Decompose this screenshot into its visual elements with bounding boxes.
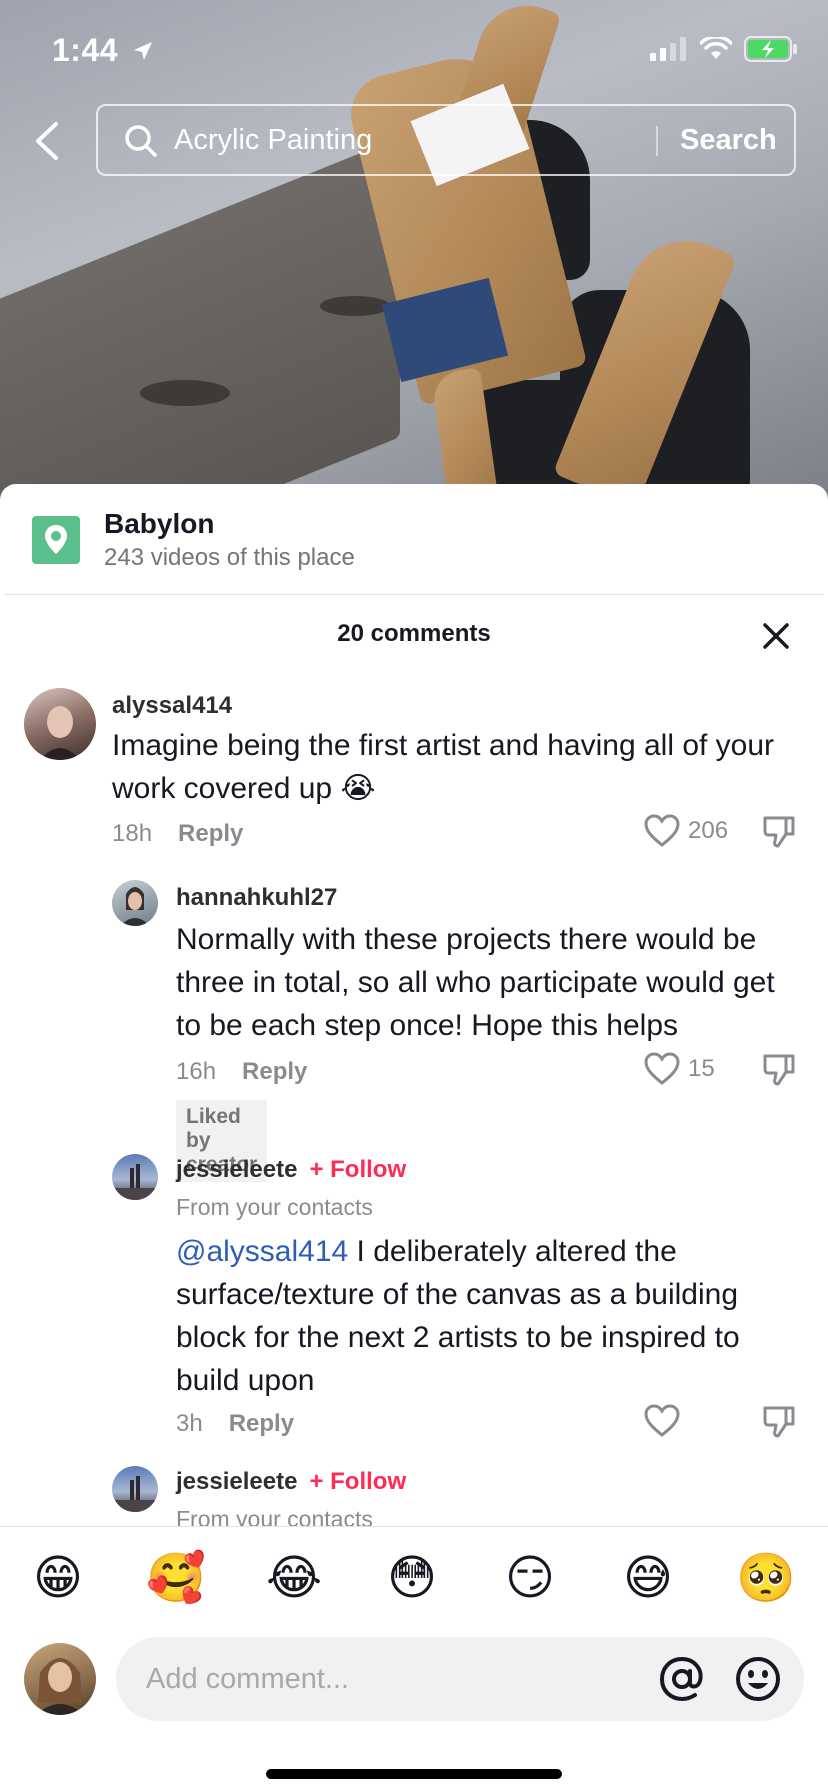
comment-composer: 😁 🥰 😂 😳 😏 😅 🥺	[0, 1526, 828, 1792]
status-bar: 1:44	[0, 0, 828, 96]
emoji-button[interactable]: 😅	[618, 1549, 678, 1609]
avatar[interactable]	[24, 688, 96, 760]
emoji-button[interactable]: 😂	[264, 1549, 324, 1609]
cellular-signal-icon	[650, 37, 686, 61]
like-button[interactable]	[644, 1404, 688, 1438]
comment-input[interactable]	[146, 1657, 646, 1701]
avatar[interactable]	[112, 880, 158, 926]
close-icon	[763, 623, 789, 649]
follow-button[interactable]: + Follow	[309, 1156, 406, 1183]
quick-emoji-row: 😁 🥰 😂 😳 😏 😅 🥺	[0, 1549, 828, 1609]
emoji-button[interactable]: 😁	[28, 1549, 88, 1609]
comment-text: Normally with these projects there would…	[176, 923, 775, 1042]
dislike-button[interactable]	[762, 814, 796, 853]
comment-time: 3h	[176, 1410, 203, 1437]
follow-button[interactable]: + Follow	[309, 1468, 406, 1495]
comment-meta: 3h Reply	[176, 1410, 294, 1438]
avatar[interactable]	[112, 1466, 158, 1512]
search-bar[interactable]: Acrylic Painting Search	[96, 104, 796, 176]
status-time-text: 1:44	[52, 32, 119, 68]
thumbs-down-icon	[763, 816, 795, 848]
comment-text-wrapper: @alyssal414 I deliberately altered the s…	[176, 1230, 796, 1402]
divider	[4, 594, 824, 595]
comment-username-row: jessieleete + Follow	[176, 1468, 406, 1496]
reply-button[interactable]: Reply	[229, 1410, 294, 1437]
search-button[interactable]: Search	[680, 124, 777, 157]
reply-button[interactable]: Reply	[178, 820, 243, 847]
heart-icon	[644, 814, 680, 847]
comment-time: 16h	[176, 1058, 217, 1085]
thumbs-down-icon	[763, 1406, 795, 1438]
emoji-button[interactable]: 🥰	[146, 1549, 206, 1609]
comment-text: Imagine being the first artist and havin…	[112, 729, 775, 805]
back-button[interactable]	[28, 118, 68, 164]
battery-charging-icon	[744, 36, 797, 62]
comment-time: 18h	[112, 820, 153, 847]
emoji-button[interactable]: 🥺	[736, 1549, 796, 1609]
comment-meta: 16h Reply	[176, 1058, 307, 1086]
place-video-count: 243 videos of this place	[104, 544, 355, 571]
avatar[interactable]	[112, 1154, 158, 1200]
shelf-hole	[320, 296, 390, 316]
wifi-icon	[700, 37, 732, 59]
comment-username[interactable]: hannahkuhl27	[176, 884, 337, 912]
location-pin-icon	[32, 516, 80, 564]
shelf-hole	[140, 380, 230, 406]
comment-username[interactable]: alyssal414	[112, 692, 232, 720]
place-row[interactable]: Babylon 243 videos of this place	[0, 484, 828, 596]
heart-icon	[644, 1404, 680, 1437]
search-query[interactable]: Acrylic Painting	[174, 124, 372, 157]
emoji-button[interactable]: 😏	[500, 1549, 560, 1609]
mention-link[interactable]: @alyssal414	[176, 1235, 348, 1268]
comment-username[interactable]: jessieleete	[176, 1156, 297, 1183]
from-contacts-label: From your contacts	[176, 1194, 373, 1220]
reply-button[interactable]: Reply	[242, 1058, 307, 1085]
smiley-icon	[736, 1657, 780, 1701]
dislike-button[interactable]	[762, 1404, 796, 1443]
search-icon	[125, 125, 157, 157]
status-time: 1:44	[52, 32, 155, 69]
comment-input-box[interactable]	[116, 1637, 804, 1721]
search-divider	[656, 126, 658, 156]
my-avatar[interactable]	[24, 1643, 96, 1715]
comment-username[interactable]: jessieleete	[176, 1468, 297, 1495]
like-button[interactable]: 15	[644, 1052, 715, 1086]
like-count: 15	[688, 1055, 715, 1082]
shelf-shape	[0, 137, 400, 500]
like-count: 206	[688, 817, 729, 844]
comment-meta: 18h Reply	[112, 820, 243, 848]
emoji-picker-button[interactable]	[734, 1655, 782, 1703]
home-indicator	[266, 1769, 562, 1779]
location-arrow-icon	[134, 42, 153, 60]
heart-icon	[644, 1052, 680, 1085]
at-sign-icon	[659, 1656, 703, 1702]
like-button[interactable]: 206	[644, 814, 728, 848]
thumbs-down-icon	[763, 1054, 795, 1086]
mention-button[interactable]	[658, 1655, 706, 1703]
close-button[interactable]	[760, 620, 792, 652]
chevron-left-icon	[36, 122, 58, 160]
comment-username-row: jessieleete + Follow	[176, 1156, 406, 1184]
dislike-button[interactable]	[762, 1052, 796, 1091]
emoji-button[interactable]: 😳	[382, 1549, 442, 1609]
status-icons	[650, 36, 798, 62]
comments-count: 20 comments	[337, 620, 491, 647]
place-name: Babylon	[104, 508, 215, 539]
